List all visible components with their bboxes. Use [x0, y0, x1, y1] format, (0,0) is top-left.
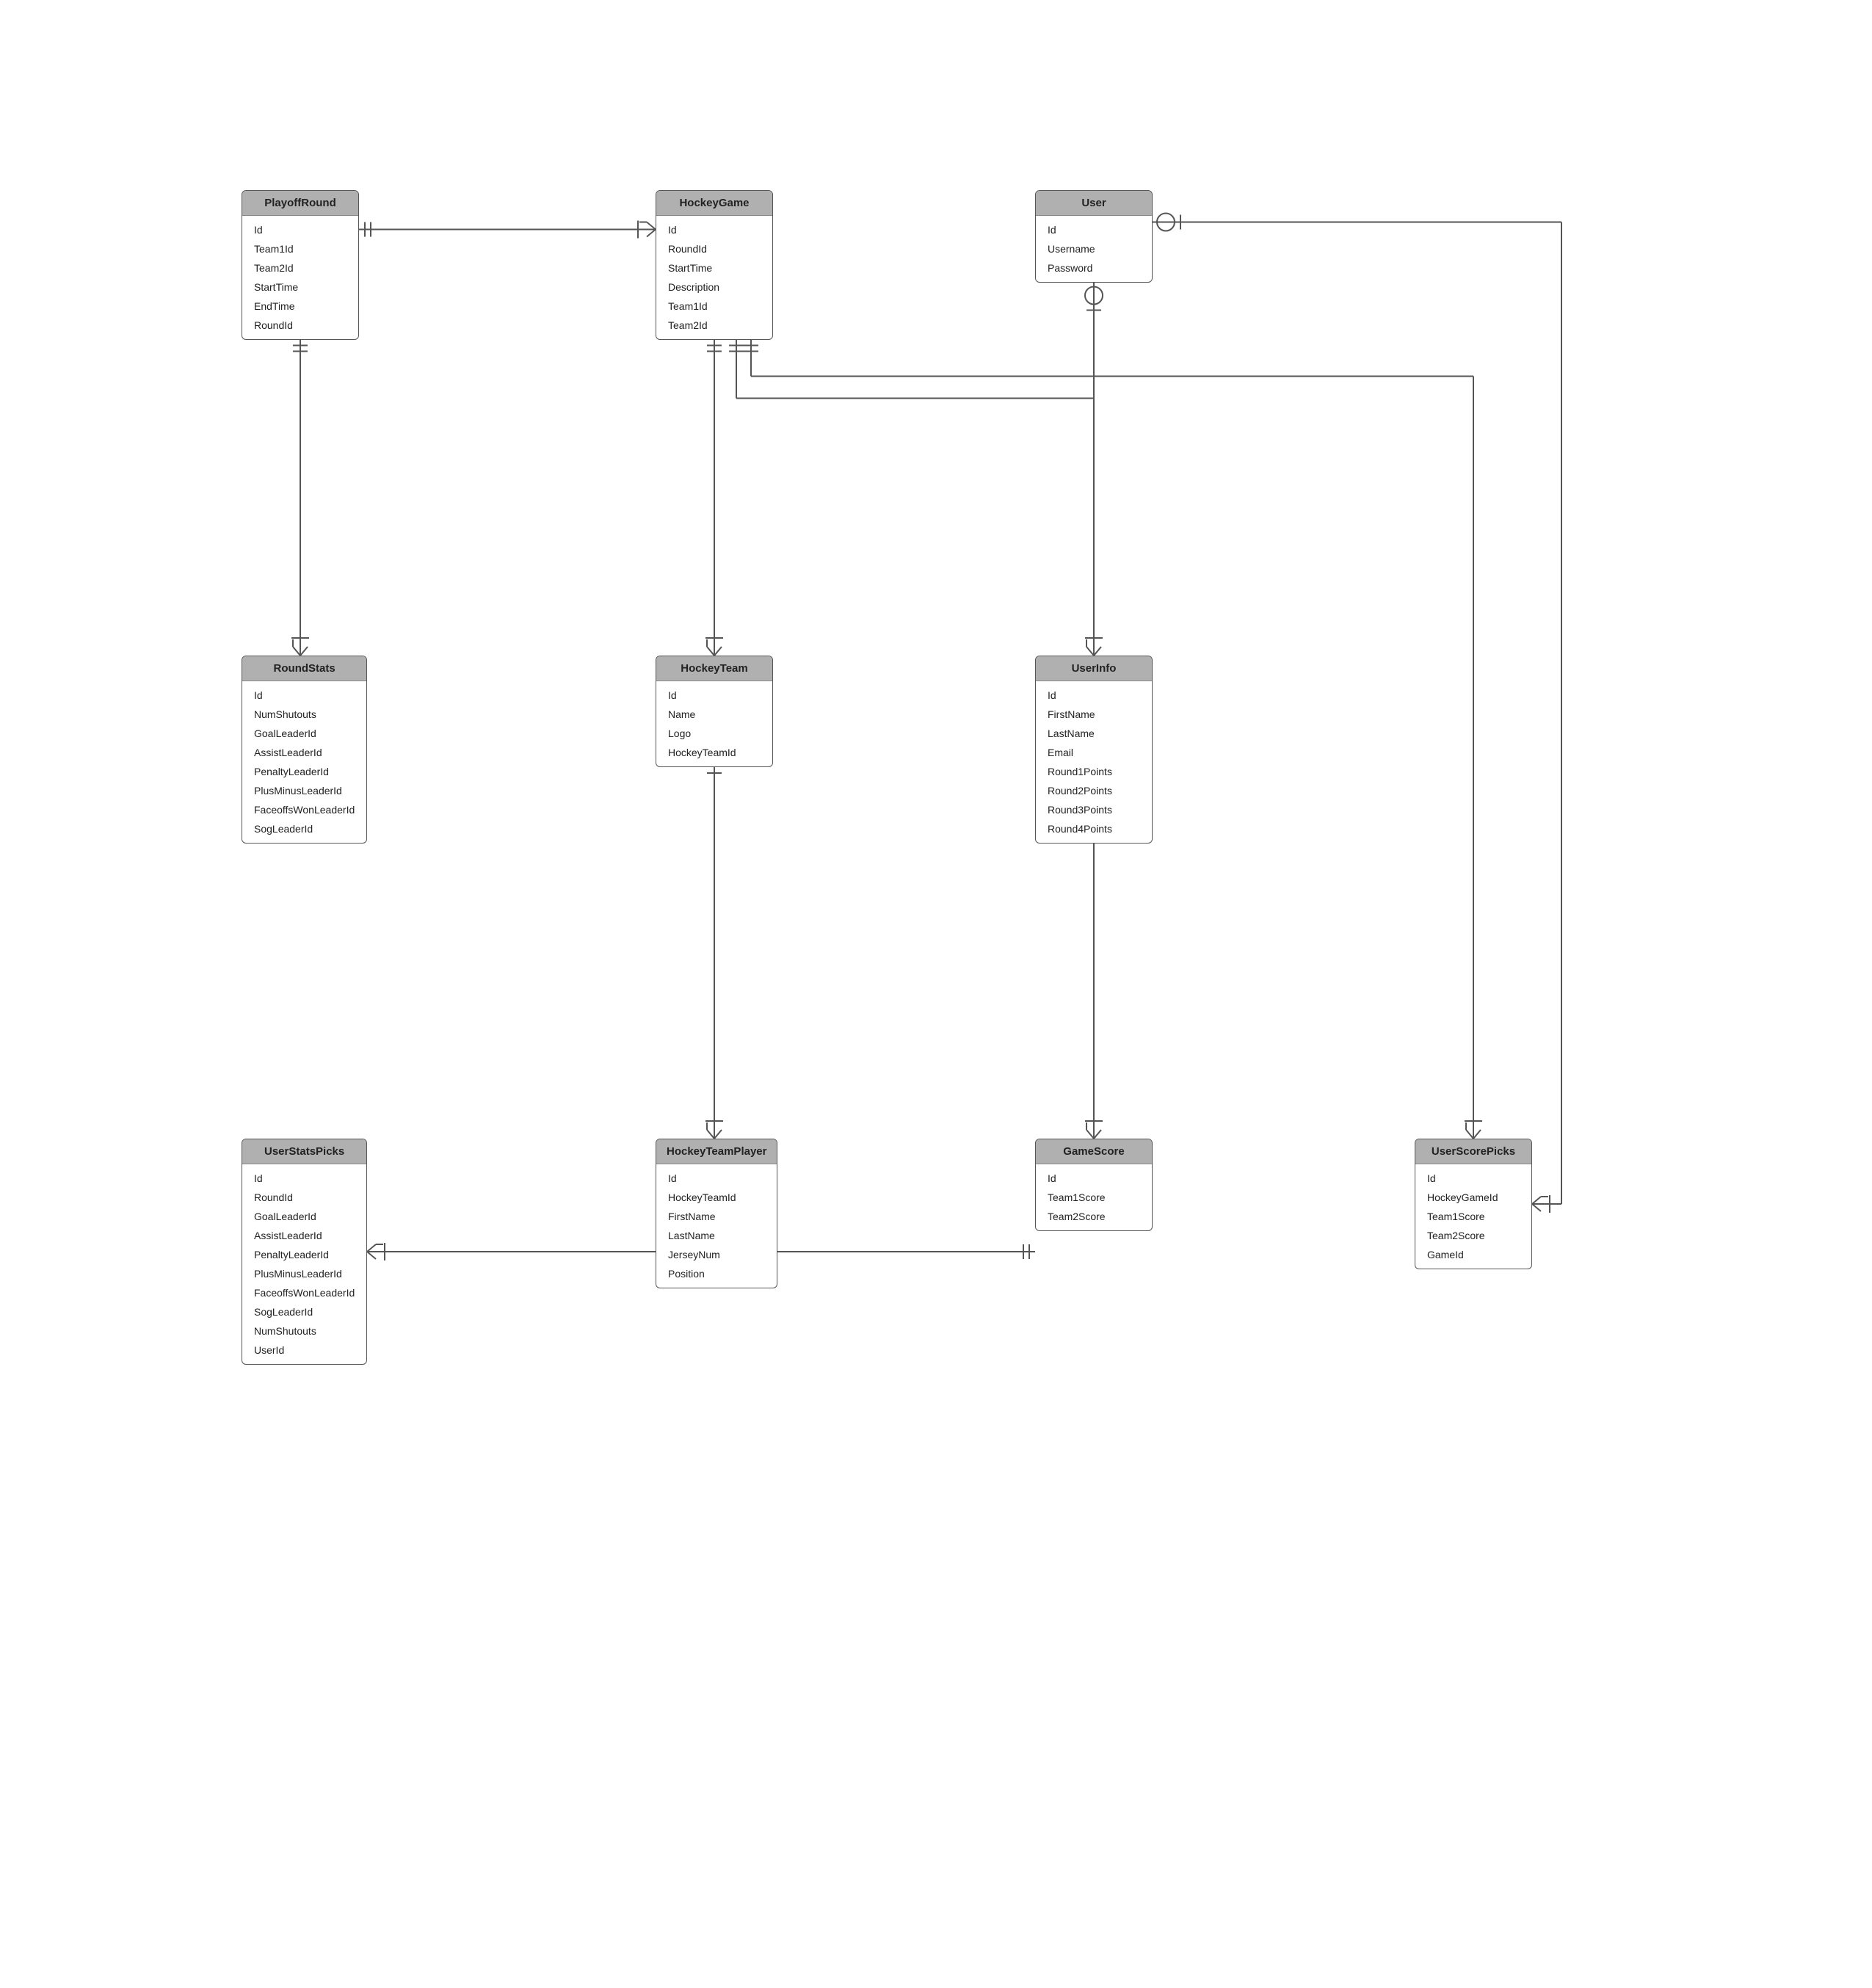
field-userstatspicks-userid: UserId [242, 1341, 366, 1360]
field-userstatspicks-penaltyleaderid: PenaltyLeaderId [242, 1245, 366, 1264]
field-hockeyteamplayer-firstname: FirstName [656, 1207, 777, 1226]
entity-userinfo: UserInfo IdFirstNameLastNameEmailRound1Po… [1035, 656, 1153, 844]
field-gamescore-team2score: Team2Score [1036, 1207, 1152, 1226]
entity-header-hockeygame: HockeyGame [656, 191, 772, 216]
field-hockeyteam-hockeyteamid: HockeyTeamId [656, 743, 772, 762]
entity-header-userscorepicks: UserScorePicks [1415, 1139, 1531, 1164]
field-hockeygame-id: Id [656, 220, 772, 239]
field-userstatspicks-faceoffswonleaderid: FaceoffsWonLeaderId [242, 1283, 366, 1302]
field-userstatspicks-goalleaderid: GoalLeaderId [242, 1207, 366, 1226]
field-playoffround-starttime: StartTime [242, 277, 358, 297]
field-hockeyteam-name: Name [656, 705, 772, 724]
canvas: PlayoffRoundIdTeam1IdTeam2IdStartTimeEnd… [0, 0, 1872, 1988]
field-userscorepicks-id: Id [1415, 1169, 1531, 1188]
entity-userscorepicks: UserScorePicks IdHockeyGameIdTeam1ScoreTe… [1415, 1139, 1532, 1269]
field-hockeyteam-logo: Logo [656, 724, 772, 743]
field-user-id: Id [1036, 220, 1152, 239]
field-hockeyteamplayer-jerseynum: JerseyNum [656, 1245, 777, 1264]
entity-hockeygame: HockeyGameIdRoundIdStartTimeDescriptionT… [656, 190, 773, 340]
field-userstatspicks-id: Id [242, 1169, 366, 1188]
entity-hockeyteam: HockeyTeamIdNameLogoHockeyTeamId [656, 656, 773, 767]
field-userstatspicks-assistleaderid: AssistLeaderId [242, 1226, 366, 1245]
field-gamescore-team1score: Team1Score [1036, 1188, 1152, 1207]
field-userinfo-id: Id [1036, 686, 1152, 705]
field-roundstats-numshutouts: NumShutouts [242, 705, 366, 724]
field-hockeyteamplayer-position: Position [656, 1264, 777, 1283]
field-roundstats-plusminusleaderid: PlusMinusLeaderId [242, 781, 366, 800]
field-userinfo-lastname: LastName [1036, 724, 1152, 743]
field-playoffround-id: Id [242, 220, 358, 239]
field-playoffround-roundid: RoundId [242, 316, 358, 335]
entity-header-gamescore: GameScore [1036, 1139, 1152, 1164]
field-gamescore-id: Id [1036, 1169, 1152, 1188]
field-userinfo-round2points: Round2Points [1036, 781, 1152, 800]
entity-user: User IdUsernamePassword [1035, 190, 1153, 283]
entity-header-userstatspicks: UserStatsPicks [242, 1139, 366, 1164]
field-user-username: Username [1036, 239, 1152, 258]
field-userstatspicks-roundid: RoundId [242, 1188, 366, 1207]
entity-header-roundstats: RoundStats [242, 656, 366, 681]
field-playoffround-team2id: Team2Id [242, 258, 358, 277]
field-hockeyteam-id: Id [656, 686, 772, 705]
field-hockeygame-team1id: Team1Id [656, 297, 772, 316]
field-userscorepicks-team2score: Team2Score [1415, 1226, 1531, 1245]
field-roundstats-assistleaderid: AssistLeaderId [242, 743, 366, 762]
entity-header-userinfo: UserInfo [1036, 656, 1152, 681]
entity-roundstats: RoundStats IdNumShutoutsGoalLeaderIdAssis… [242, 656, 367, 844]
field-playoffround-endtime: EndTime [242, 297, 358, 316]
field-userinfo-round4points: Round4Points [1036, 819, 1152, 838]
field-userstatspicks-sogleaderid: SogLeaderId [242, 1302, 366, 1321]
field-userscorepicks-team1score: Team1Score [1415, 1207, 1531, 1226]
field-roundstats-sogleaderid: SogLeaderId [242, 819, 366, 838]
field-hockeygame-roundid: RoundId [656, 239, 772, 258]
entity-header-hockeyteam: HockeyTeam [656, 656, 772, 681]
field-roundstats-penaltyleaderid: PenaltyLeaderId [242, 762, 366, 781]
field-userstatspicks-numshutouts: NumShutouts [242, 1321, 366, 1341]
field-playoffround-team1id: Team1Id [242, 239, 358, 258]
entity-hockeyteamplayer: HockeyTeamPlayer IdHockeyTeamIdFirstNameL… [656, 1139, 777, 1288]
field-userstatspicks-plusminusleaderid: PlusMinusLeaderId [242, 1264, 366, 1283]
entity-gamescore: GameScore IdTeam1ScoreTeam2Score [1035, 1139, 1153, 1231]
field-userinfo-email: Email [1036, 743, 1152, 762]
field-userinfo-round3points: Round3Points [1036, 800, 1152, 819]
entity-header-user: User [1036, 191, 1152, 216]
field-roundstats-goalleaderid: GoalLeaderId [242, 724, 366, 743]
field-hockeyteamplayer-hockeyteamid: HockeyTeamId [656, 1188, 777, 1207]
entity-userstatspicks: UserStatsPicks IdRoundIdGoalLeaderIdAssis… [242, 1139, 367, 1365]
entity-header-playoffround: PlayoffRound [242, 191, 358, 216]
field-hockeyteamplayer-lastname: LastName [656, 1226, 777, 1245]
entity-header-hockeyteamplayer: HockeyTeamPlayer [656, 1139, 777, 1164]
entity-playoffround: PlayoffRound IdTeam1IdTeam2IdStartTimeEnd… [242, 190, 359, 340]
field-userinfo-firstname: FirstName [1036, 705, 1152, 724]
field-hockeygame-description: Description [656, 277, 772, 297]
field-hockeygame-team2id: Team2Id [656, 316, 772, 335]
field-userscorepicks-hockeygameid: HockeyGameId [1415, 1188, 1531, 1207]
field-roundstats-faceoffswonleaderid: FaceoffsWonLeaderId [242, 800, 366, 819]
field-userscorepicks-gameid: GameId [1415, 1245, 1531, 1264]
field-hockeygame-starttime: StartTime [656, 258, 772, 277]
field-user-password: Password [1036, 258, 1152, 277]
field-hockeyteamplayer-id: Id [656, 1169, 777, 1188]
field-roundstats-id: Id [242, 686, 366, 705]
field-userinfo-round1points: Round1Points [1036, 762, 1152, 781]
